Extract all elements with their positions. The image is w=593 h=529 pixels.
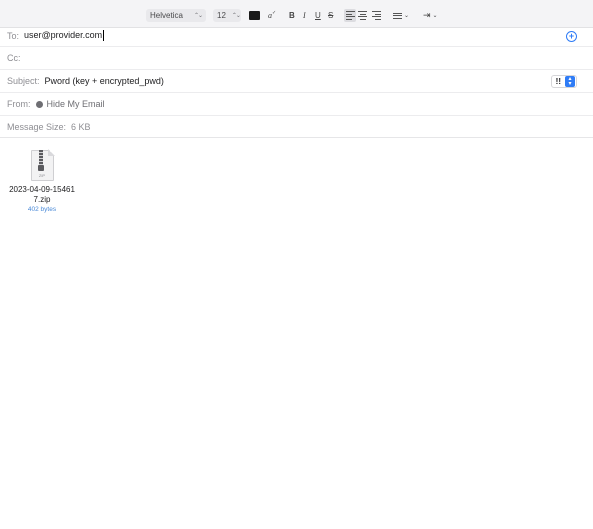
subject-row: Subject: Pword (key + encrypted_pwd) !! …	[0, 70, 593, 93]
indent-icon: ⇥	[423, 10, 431, 20]
list-style-button[interactable]: ⌄	[393, 9, 409, 22]
chevron-updown-icon: ⌃⌄	[231, 13, 241, 19]
underline-icon: U	[315, 11, 321, 20]
align-center-icon	[358, 11, 367, 20]
hide-my-email-icon	[35, 101, 43, 109]
zip-page-fold	[47, 149, 55, 156]
zip-icon-label: ZIP	[38, 173, 46, 178]
to-value: user@provider.com	[24, 29, 103, 40]
text-color-button[interactable]	[249, 9, 260, 22]
chevron-updown-icon: ⌃⌄	[193, 13, 203, 19]
align-left-button[interactable]	[344, 9, 356, 22]
bold-button[interactable]: B	[289, 9, 295, 22]
text-caret	[103, 30, 105, 42]
add-contact-icon[interactable]: +	[566, 31, 577, 42]
highlight-button[interactable]: a ✓	[268, 9, 276, 22]
zip-attachment[interactable]: ZIP 2023-04-09-154617.zip 402 bytes	[7, 149, 77, 213]
message-size-value: 6 KB	[71, 121, 91, 132]
strikethrough-icon: S	[328, 11, 334, 20]
zip-file-icon: ZIP	[30, 149, 55, 181]
chevron-down-icon: ⌄	[404, 13, 410, 19]
from-row: From: Hide My Email	[0, 93, 593, 116]
from-select[interactable]: Hide My Email	[35, 99, 105, 109]
indent-button[interactable]: ⇥ ⌄	[423, 9, 438, 22]
align-left-icon	[345, 11, 355, 20]
italic-icon: I	[303, 11, 306, 20]
format-toolbar: Helvetica ⌃⌄ 12 ⌃⌄ a ✓ B I U S ⌄ ⇥ ⌄	[0, 0, 593, 28]
font-size-value: 12	[217, 11, 226, 20]
message-size-label: Message Size:	[7, 121, 67, 132]
cc-label: Cc:	[7, 53, 21, 63]
font-size-select[interactable]: 12 ⌃⌄	[213, 9, 241, 22]
to-label: To:	[7, 30, 20, 41]
list-icon	[393, 12, 402, 19]
priority-select[interactable]: !! ▴ ▾	[550, 75, 577, 88]
zipper-pull	[37, 165, 44, 171]
attachment-size: 402 bytes	[27, 206, 57, 213]
message-size-row: Message Size: 6 KB	[0, 116, 593, 138]
chevron-down-icon: ⌄	[432, 13, 438, 19]
cc-row: Cc:	[0, 47, 593, 70]
align-right-button[interactable]	[372, 9, 381, 22]
subject-field[interactable]: Pword (key + encrypted_pwd)	[45, 76, 164, 86]
italic-button[interactable]: I	[303, 9, 306, 22]
from-label: From:	[7, 99, 31, 109]
attachment-filename: 2023-04-09-154617.zip	[9, 185, 75, 204]
to-field[interactable]: user@provider.com	[24, 29, 105, 42]
underline-button[interactable]: U	[315, 9, 321, 22]
strikethrough-button[interactable]: S	[328, 9, 333, 22]
bold-icon: B	[289, 11, 295, 20]
chevron-updown-icon: ▴ ▾	[565, 76, 575, 87]
font-family-value: Helvetica	[150, 11, 183, 20]
from-value: Hide My Email	[46, 99, 105, 109]
align-center-button[interactable]	[358, 9, 367, 22]
to-row: To: user@provider.com +	[0, 25, 593, 47]
text-color-swatch	[249, 11, 260, 20]
font-family-select[interactable]: Helvetica ⌃⌄	[146, 9, 206, 22]
priority-value: !!	[555, 77, 561, 86]
align-right-icon	[372, 11, 381, 20]
subject-label: Subject:	[7, 76, 40, 86]
